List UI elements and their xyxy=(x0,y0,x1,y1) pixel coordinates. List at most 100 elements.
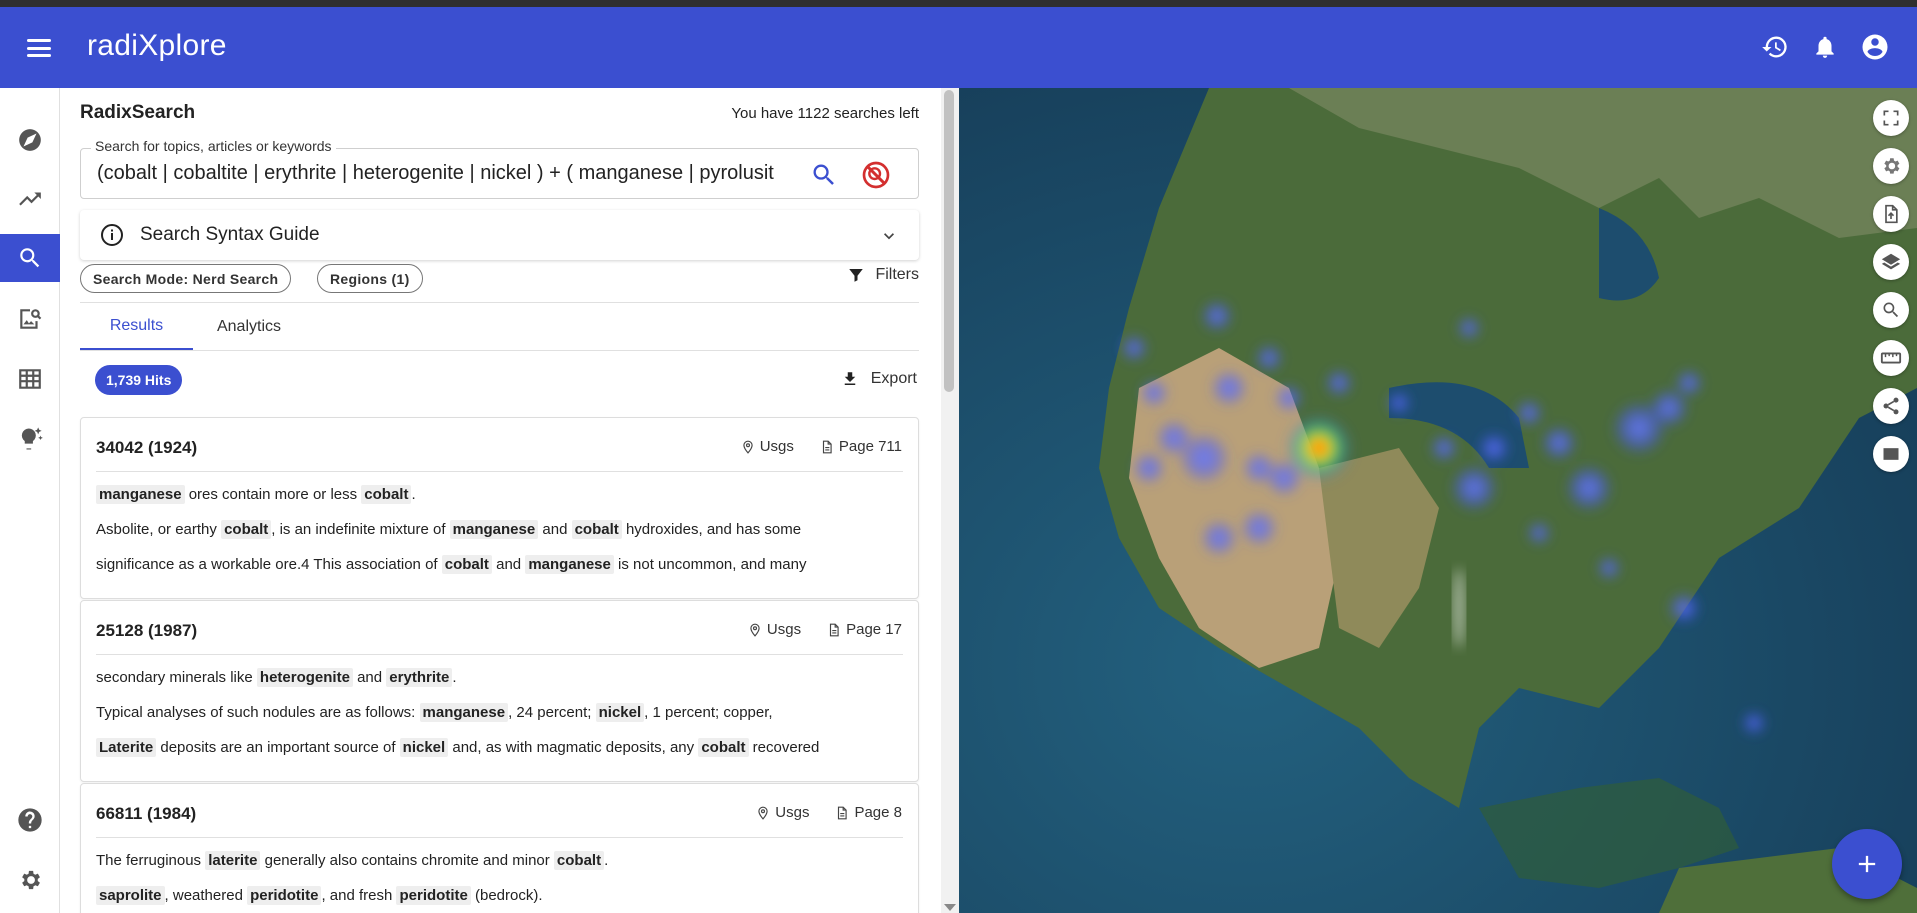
searches-left: You have 1122 searches left xyxy=(731,105,919,122)
result-title: 34042 (1924) xyxy=(96,438,198,457)
scroll-down-arrow[interactable] xyxy=(944,904,956,911)
location-pin-icon xyxy=(758,806,768,820)
highlighted-keyword: cobalt xyxy=(361,485,412,504)
filters-button[interactable]: Filters xyxy=(847,266,919,284)
gear-icon xyxy=(1884,158,1900,174)
trending-icon xyxy=(19,192,41,206)
nav-table[interactable] xyxy=(0,355,60,403)
map-toolbar xyxy=(1873,100,1909,472)
result-snippet: manganese ores contain more or less coba… xyxy=(96,485,416,504)
highlighted-keyword: cobalt xyxy=(571,520,622,539)
result-page: Page 17 xyxy=(846,621,902,638)
ruler-icon xyxy=(1880,352,1902,364)
document-icon xyxy=(830,623,839,636)
layers-icon xyxy=(1881,253,1901,270)
highlighted-keyword: peridotite xyxy=(396,886,471,905)
draw-rectangle-button[interactable] xyxy=(1873,436,1909,472)
highlighted-keyword: heterogenite xyxy=(256,668,353,687)
measure-button[interactable] xyxy=(1873,340,1909,376)
highlighted-keyword: manganese xyxy=(449,520,539,539)
highlighted-keyword: peridotite xyxy=(247,886,322,905)
nav-explore[interactable] xyxy=(0,116,60,164)
result-card[interactable]: 25128 (1987) Usgs Page 17 secondary mine… xyxy=(80,600,919,782)
scrollbar-thumb[interactable] xyxy=(944,90,954,392)
result-card[interactable]: 34042 (1924) Usgs Page 711 manganese ore… xyxy=(80,417,919,599)
location-pin-icon xyxy=(750,623,760,637)
nav-ideas[interactable] xyxy=(0,415,60,463)
menu-icon[interactable] xyxy=(24,34,54,62)
highlighted-keyword: cobalt xyxy=(221,520,272,539)
search-input[interactable] xyxy=(97,162,787,185)
result-snippet: Typical analyses of such nodules are as … xyxy=(96,703,773,722)
regions-chip[interactable]: Regions (1) xyxy=(317,264,423,293)
rectangle-icon xyxy=(1883,448,1899,460)
file-upload-icon xyxy=(1885,204,1898,224)
heatmap-map[interactable] xyxy=(959,88,1917,913)
search-mode-chip[interactable]: Search Mode: Nerd Search xyxy=(80,264,292,293)
highlighted-keyword: Laterite xyxy=(96,738,157,757)
panel-scrollbar[interactable] xyxy=(941,88,959,913)
add-icon xyxy=(1858,855,1876,873)
search-syntax-guide[interactable]: Search Syntax Guide xyxy=(80,210,919,260)
snippet-text: secondary minerals like xyxy=(96,669,257,686)
result-snippet: secondary minerals like heterogenite and… xyxy=(96,668,457,687)
fullscreen-icon xyxy=(1883,110,1899,126)
file-upload-button[interactable] xyxy=(1873,196,1909,232)
search-off-icon xyxy=(862,161,890,189)
snippet-text: significance as a workable ore.4 This as… xyxy=(96,556,442,573)
highlighted-keyword: cobalt xyxy=(441,555,492,574)
tab-analytics[interactable]: Analytics xyxy=(193,303,305,350)
fullscreen-button[interactable] xyxy=(1873,100,1909,136)
history-icon[interactable] xyxy=(1759,31,1791,63)
result-page: Page 8 xyxy=(854,804,902,821)
map-settings-button[interactable] xyxy=(1873,148,1909,184)
zoom-search-icon xyxy=(1883,302,1899,318)
nav-image-search[interactable] xyxy=(0,295,60,343)
ideas-icon xyxy=(21,427,43,450)
filters-label: Filters xyxy=(875,266,919,283)
bell-icon[interactable] xyxy=(1809,31,1841,63)
snippet-text: , and fresh xyxy=(321,887,397,904)
snippet-text: and xyxy=(538,521,572,538)
add-button[interactable] xyxy=(1832,829,1902,899)
satellite-basemap xyxy=(959,88,1917,913)
result-page: Page 711 xyxy=(838,438,902,455)
tab-results[interactable]: Results xyxy=(80,303,193,350)
snippet-text: generally also contains chromite and min… xyxy=(260,852,554,869)
info-icon xyxy=(101,224,123,246)
snippet-text: deposits are an important source of xyxy=(156,739,400,756)
nav-help[interactable] xyxy=(0,796,60,844)
snippet-text: recovered xyxy=(748,739,820,756)
search-field xyxy=(80,148,919,199)
chevron-down-icon xyxy=(884,233,894,240)
syntax-guide-label: Search Syntax Guide xyxy=(140,224,320,245)
search-button[interactable] xyxy=(810,161,838,189)
search-field-label: Search for topics, articles or keywords xyxy=(91,138,336,154)
result-card[interactable]: 66811 (1984) Usgs Page 8 The ferruginous… xyxy=(80,783,919,913)
map-search-button[interactable] xyxy=(1873,292,1909,328)
document-icon xyxy=(822,440,832,453)
snippet-text: and, as with magmatic deposits, any xyxy=(448,739,699,756)
account-circle-icon[interactable] xyxy=(1859,31,1891,63)
layers-button[interactable] xyxy=(1873,244,1909,280)
share-button[interactable] xyxy=(1873,388,1909,424)
clear-search-button[interactable] xyxy=(860,159,892,191)
result-source: Usgs xyxy=(766,621,802,638)
table-icon xyxy=(19,369,41,389)
snippet-text: , is an indefinite mixture of xyxy=(271,521,450,538)
snippet-text: . xyxy=(452,669,457,686)
highlighted-keyword: manganese xyxy=(525,555,614,574)
snippet-text: . xyxy=(604,852,609,869)
window-top-strip xyxy=(0,0,1917,7)
export-label: Export xyxy=(870,370,917,387)
snippet-text: , 24 percent; xyxy=(508,704,596,721)
download-icon xyxy=(844,372,855,385)
nav-search[interactable] xyxy=(0,234,60,282)
nav-trending[interactable] xyxy=(0,175,60,223)
highlighted-keyword: laterite xyxy=(205,851,261,870)
result-snippet: significance as a workable ore.4 This as… xyxy=(96,555,806,574)
nav-settings[interactable] xyxy=(0,856,60,904)
snippet-text: , weathered xyxy=(164,887,248,904)
export-button[interactable]: Export xyxy=(841,370,917,388)
result-tabs: Results Analytics xyxy=(80,302,919,351)
